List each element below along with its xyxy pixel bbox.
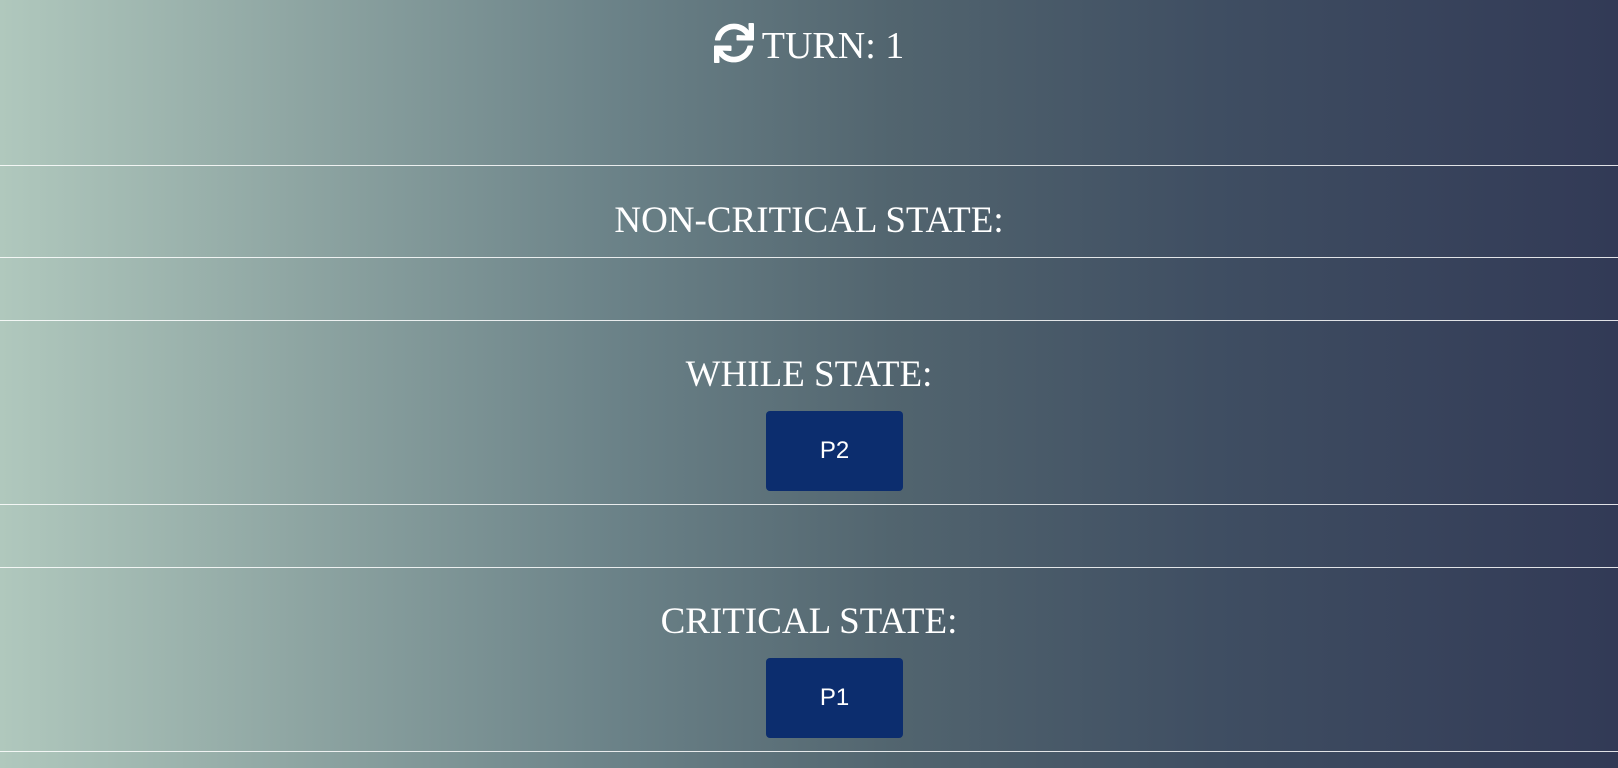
refresh-icon	[713, 23, 754, 63]
divider	[0, 567, 1618, 568]
divider	[0, 165, 1618, 166]
turn-label: TURN: 1	[761, 25, 905, 67]
critical-title: CRITICAL STATE:	[660, 601, 958, 642]
divider	[0, 751, 1618, 752]
process-button-p2[interactable]: P2	[766, 411, 903, 491]
turn-indicator: TURN: 1	[0, 22, 1618, 70]
non-critical-title: NON-CRITICAL STATE:	[614, 200, 1004, 241]
divider	[0, 257, 1618, 258]
while-title: WHILE STATE:	[685, 354, 933, 395]
divider	[0, 504, 1618, 505]
divider	[0, 320, 1618, 321]
process-button-p1[interactable]: P1	[766, 658, 903, 738]
